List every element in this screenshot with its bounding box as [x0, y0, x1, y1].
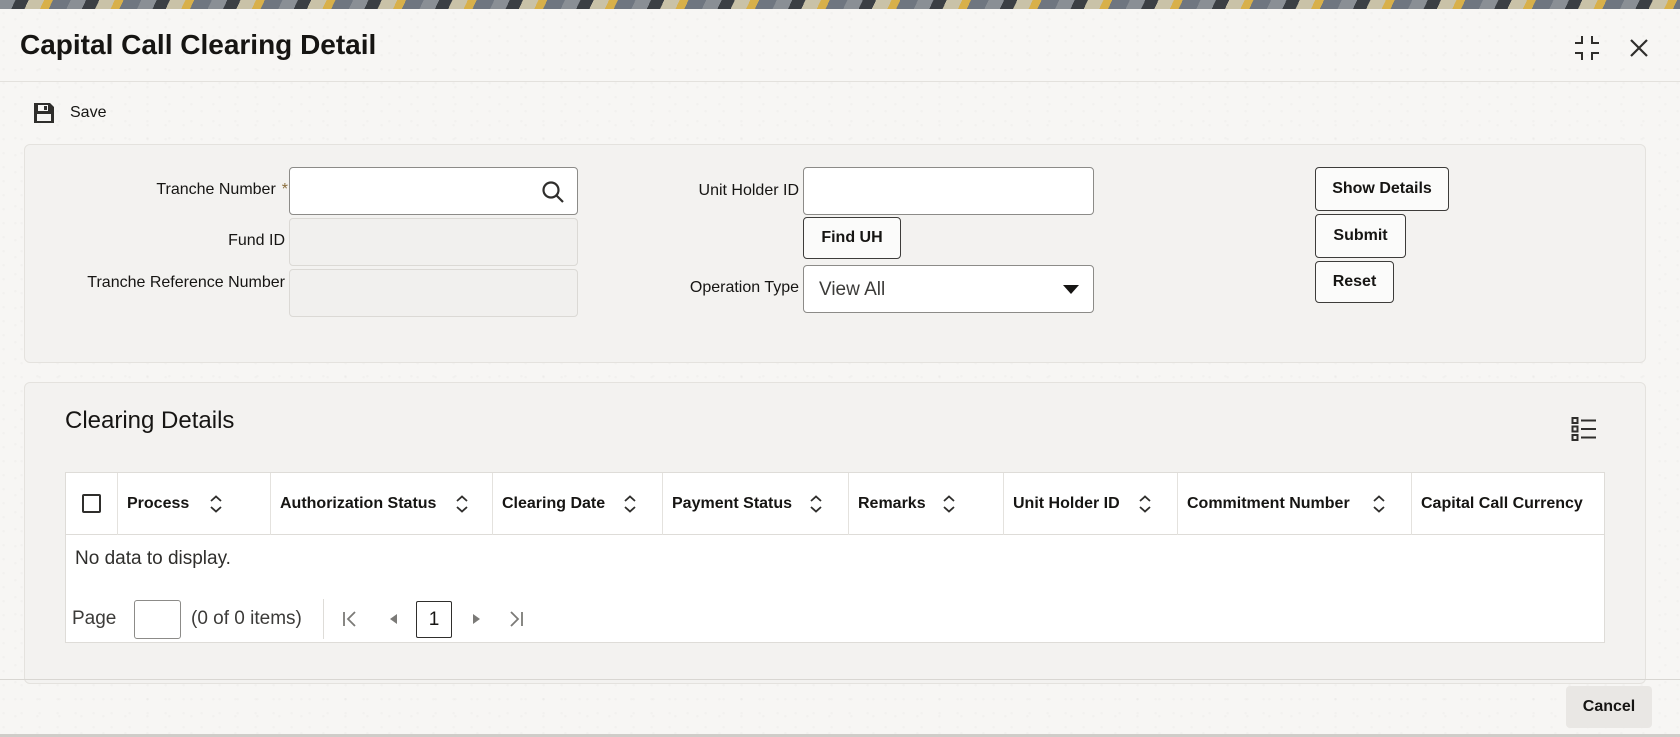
column-header-remarks[interactable]: Remarks [849, 473, 1004, 535]
column-header-commitment-number[interactable]: Commitment Number [1178, 473, 1412, 535]
tranche-number-field[interactable] [289, 167, 578, 215]
find-uh-button[interactable]: Find UH [803, 217, 901, 259]
submit-button[interactable]: Submit [1315, 214, 1406, 258]
unit-holder-id-label: Unit Holder ID [698, 182, 799, 199]
fund-id-input [290, 219, 577, 265]
select-all-column [66, 473, 118, 535]
footer-divider [0, 679, 1680, 680]
clearing-details-table: Process Authorization Status Clearing Da… [65, 472, 1605, 643]
column-header-capital-call-currency[interactable]: Capital Call Currency [1412, 473, 1604, 535]
column-header-label: Capital Call Currency [1421, 495, 1583, 512]
reset-button[interactable]: Reset [1315, 261, 1394, 303]
sort-icon [456, 495, 468, 513]
save-label: Save [70, 104, 107, 121]
page-number-input[interactable] [134, 600, 181, 639]
operation-type-value: View All [819, 279, 886, 300]
sort-icon [1139, 495, 1151, 513]
save-button[interactable]: Save [32, 101, 106, 125]
column-header-unit-holder-id[interactable]: Unit Holder ID [1004, 473, 1178, 535]
show-details-button[interactable]: Show Details [1315, 167, 1449, 211]
required-indicator: * [281, 181, 288, 198]
tranche-reference-number-field [289, 269, 578, 317]
operation-type-label: Operation Type [689, 279, 799, 296]
empty-table-message: No data to display. [75, 548, 231, 569]
pagination-divider [323, 599, 324, 639]
pagination: Page (0 of 0 items) 1 [72, 599, 632, 639]
capital-call-clearing-dialog: Capital Call Clearing Detail Save Tranch… [0, 9, 1680, 737]
first-page-icon[interactable] [338, 607, 362, 631]
sort-icon [210, 495, 222, 513]
search-criteria-panel: Tranche Number * Fund ID Tranche Referenc… [24, 144, 1646, 363]
select-all-checkbox[interactable] [82, 494, 101, 513]
next-page-icon[interactable] [464, 607, 488, 631]
column-header-label: Authorization Status [280, 495, 437, 512]
item-count: (0 of 0 items) [191, 608, 302, 629]
unit-holder-id-input[interactable] [804, 168, 1093, 214]
unit-holder-id-field[interactable] [803, 167, 1094, 215]
collapse-icon[interactable] [1572, 33, 1602, 63]
column-header-process[interactable]: Process [118, 473, 271, 535]
last-page-icon[interactable] [504, 607, 528, 631]
window-controls [1572, 33, 1654, 63]
column-header-label: Payment Status [672, 495, 793, 512]
page-label: Page [72, 608, 117, 629]
current-page-indicator[interactable]: 1 [416, 601, 452, 638]
column-header-label: Remarks [858, 495, 926, 512]
tranche-number-label-text: Tranche Number [156, 181, 276, 198]
column-header-label: Process [127, 495, 190, 512]
column-header-label: Commitment Number [1187, 495, 1350, 512]
fund-id-field [289, 218, 578, 266]
clearing-details-title: Clearing Details [65, 407, 235, 434]
fund-id-label: Fund ID [228, 232, 285, 249]
tranche-reference-number-input [290, 270, 577, 316]
header-divider [0, 81, 1680, 82]
operation-type-select[interactable]: View All [803, 265, 1094, 313]
sort-icon [943, 495, 955, 513]
column-list-icon[interactable] [1571, 416, 1597, 447]
close-icon[interactable] [1624, 33, 1654, 63]
sort-icon [810, 495, 822, 513]
cancel-button[interactable]: Cancel [1566, 686, 1652, 728]
column-header-clearing-date[interactable]: Clearing Date [493, 473, 663, 535]
tranche-number-input[interactable] [290, 168, 577, 214]
page-title: Capital Call Clearing Detail [20, 29, 377, 60]
column-header-authorization-status[interactable]: Authorization Status [271, 473, 493, 535]
search-icon[interactable] [541, 180, 565, 209]
tranche-reference-number-label: Tranche Reference Number [87, 274, 285, 291]
clearing-details-panel: Clearing Details Process Authorization S… [24, 382, 1646, 684]
column-header-payment-status[interactable]: Payment Status [663, 473, 849, 535]
sort-icon [1373, 495, 1385, 513]
chevron-down-icon [1063, 285, 1079, 294]
save-icon [34, 103, 54, 123]
table-header: Process Authorization Status Clearing Da… [66, 473, 1604, 535]
background-banner [0, 0, 1680, 9]
column-header-label: Clearing Date [502, 495, 606, 512]
column-header-label: Unit Holder ID [1013, 495, 1120, 512]
tranche-number-label: Tranche Number * [85, 180, 288, 199]
sort-icon [624, 495, 636, 513]
previous-page-icon[interactable] [382, 607, 406, 631]
